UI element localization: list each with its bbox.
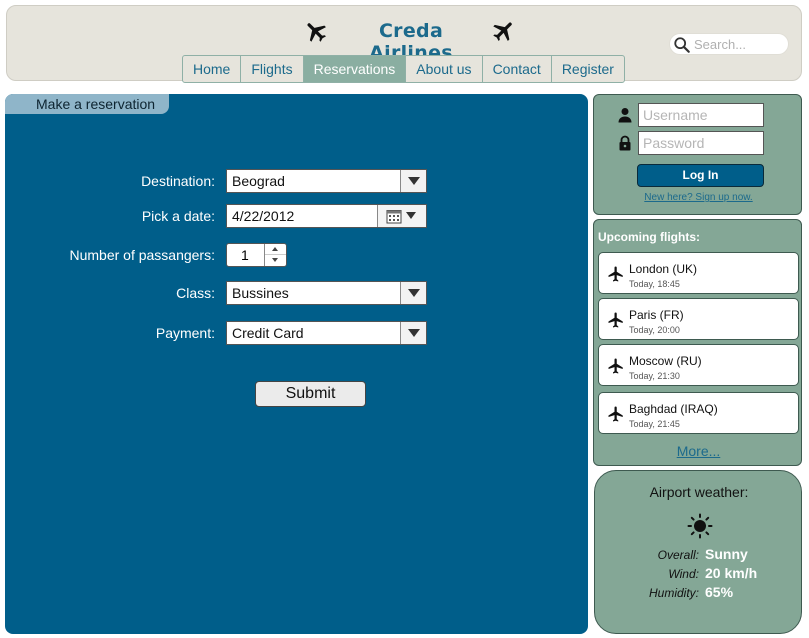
overall-label: Overall: bbox=[657, 548, 699, 562]
weather-overall-row: Overall: Sunny bbox=[595, 546, 803, 564]
flight-city: London (UK) bbox=[629, 262, 698, 276]
flight-item[interactable]: London (UK) Today, 18:45 bbox=[598, 252, 799, 294]
date-picker[interactable]: 4/22/2012 bbox=[226, 204, 427, 228]
reservation-tab-title: Make a reservation bbox=[5, 94, 169, 114]
username-input[interactable] bbox=[643, 107, 759, 123]
more-flights-link[interactable]: More... bbox=[594, 443, 803, 459]
flight-city: Paris (FR) bbox=[629, 308, 684, 322]
class-value: Bussines bbox=[232, 285, 289, 301]
weather-wind-row: Wind: 20 km/h bbox=[595, 565, 803, 583]
flight-item[interactable]: Paris (FR) Today, 20:00 bbox=[598, 298, 799, 340]
payment-select[interactable]: Credit Card bbox=[226, 321, 427, 345]
brand: Creda Airlines bbox=[303, 18, 519, 64]
passengers-row: Number of passangers: 1 bbox=[5, 243, 588, 269]
chevron-down-icon bbox=[406, 212, 416, 219]
flight-city: Moscow (RU) bbox=[629, 354, 702, 368]
date-row: Pick a date: 4/22/2012 bbox=[5, 204, 588, 230]
class-row: Class: Bussines bbox=[5, 281, 588, 307]
destination-row: Destination: Beograd bbox=[5, 169, 588, 195]
login-button[interactable]: Log In bbox=[637, 164, 764, 187]
decrement-icon[interactable] bbox=[265, 255, 286, 266]
date-value: 4/22/2012 bbox=[232, 208, 295, 224]
lock-icon bbox=[619, 135, 631, 151]
flight-item[interactable]: Moscow (RU) Today, 21:30 bbox=[598, 344, 799, 386]
weather-humidity-row: Humidity: 65% bbox=[595, 584, 803, 602]
airplane-icon bbox=[608, 358, 623, 374]
signup-link[interactable]: New here? Sign up now. bbox=[594, 192, 803, 203]
increment-icon[interactable] bbox=[265, 244, 286, 255]
payment-value: Credit Card bbox=[232, 325, 304, 341]
site-header: Creda Airlines Home Flights Reservations… bbox=[6, 5, 802, 83]
stepper-arrows bbox=[264, 244, 286, 266]
upcoming-flights-panel: Upcoming flights: London (UK) Today, 18:… bbox=[593, 219, 802, 466]
search-input[interactable] bbox=[694, 36, 784, 53]
flight-time: Today, 21:30 bbox=[629, 371, 680, 381]
reservation-panel: Make a reservation Destination: Beograd … bbox=[5, 94, 588, 634]
airplane-icon bbox=[608, 312, 623, 328]
airplane-icon bbox=[307, 23, 326, 42]
overall-value: Sunny bbox=[705, 546, 748, 562]
flight-time: Today, 20:00 bbox=[629, 325, 680, 335]
main-nav: Home Flights Reservations About us Conta… bbox=[182, 55, 625, 83]
humidity-value: 65% bbox=[705, 584, 734, 600]
date-label: Pick a date: bbox=[141, 208, 215, 224]
destination-select[interactable]: Beograd bbox=[226, 169, 427, 193]
passengers-value: 1 bbox=[241, 247, 249, 263]
passengers-stepper[interactable]: 1 bbox=[226, 243, 287, 267]
chevron-down-icon[interactable] bbox=[400, 322, 426, 344]
nav-about-us[interactable]: About us bbox=[405, 56, 481, 82]
airplane-icon bbox=[608, 266, 623, 282]
weather-title: Airport weather: bbox=[649, 484, 749, 500]
submit-button[interactable]: Submit bbox=[255, 381, 366, 407]
destination-label: Destination: bbox=[141, 173, 215, 189]
nav-reservations[interactable]: Reservations bbox=[302, 56, 406, 82]
passengers-label: Number of passangers: bbox=[69, 247, 215, 263]
password-field[interactable] bbox=[638, 131, 764, 155]
payment-label: Payment: bbox=[155, 325, 215, 341]
password-input[interactable] bbox=[643, 135, 759, 151]
destination-value: Beograd bbox=[232, 173, 285, 189]
weather-panel: Airport weather: Overall: Sunny Wind: 20… bbox=[594, 470, 802, 634]
class-label: Class: bbox=[176, 285, 215, 301]
flight-time: Today, 18:45 bbox=[629, 279, 680, 289]
login-panel: Log In New here? Sign up now. bbox=[593, 94, 802, 215]
user-icon bbox=[618, 108, 632, 123]
flight-city: Baghdad (IRAQ) bbox=[629, 402, 718, 416]
search-icon[interactable] bbox=[673, 36, 691, 54]
wind-value: 20 km/h bbox=[705, 565, 758, 581]
airplane-icon bbox=[608, 406, 623, 422]
flight-time: Today, 21:45 bbox=[629, 419, 680, 429]
humidity-label: Humidity: bbox=[648, 586, 699, 600]
sun-icon bbox=[687, 513, 713, 539]
nav-flights[interactable]: Flights bbox=[240, 56, 302, 82]
nav-contact[interactable]: Contact bbox=[481, 56, 551, 82]
calendar-button[interactable] bbox=[377, 205, 426, 227]
payment-row: Payment: Credit Card bbox=[5, 321, 588, 347]
upcoming-flights-title: Upcoming flights: bbox=[598, 230, 700, 244]
nav-register[interactable]: Register bbox=[550, 56, 624, 82]
airplane-icon bbox=[493, 22, 512, 41]
wind-label: Wind: bbox=[668, 567, 699, 581]
chevron-down-icon[interactable] bbox=[400, 170, 426, 192]
username-field[interactable] bbox=[638, 103, 764, 127]
chevron-down-icon[interactable] bbox=[400, 282, 426, 304]
flight-item[interactable]: Baghdad (IRAQ) Today, 21:45 bbox=[598, 392, 799, 434]
search-box bbox=[669, 33, 789, 55]
class-select[interactable]: Bussines bbox=[226, 281, 427, 305]
nav-home[interactable]: Home bbox=[183, 56, 240, 82]
calendar-icon bbox=[386, 210, 402, 224]
